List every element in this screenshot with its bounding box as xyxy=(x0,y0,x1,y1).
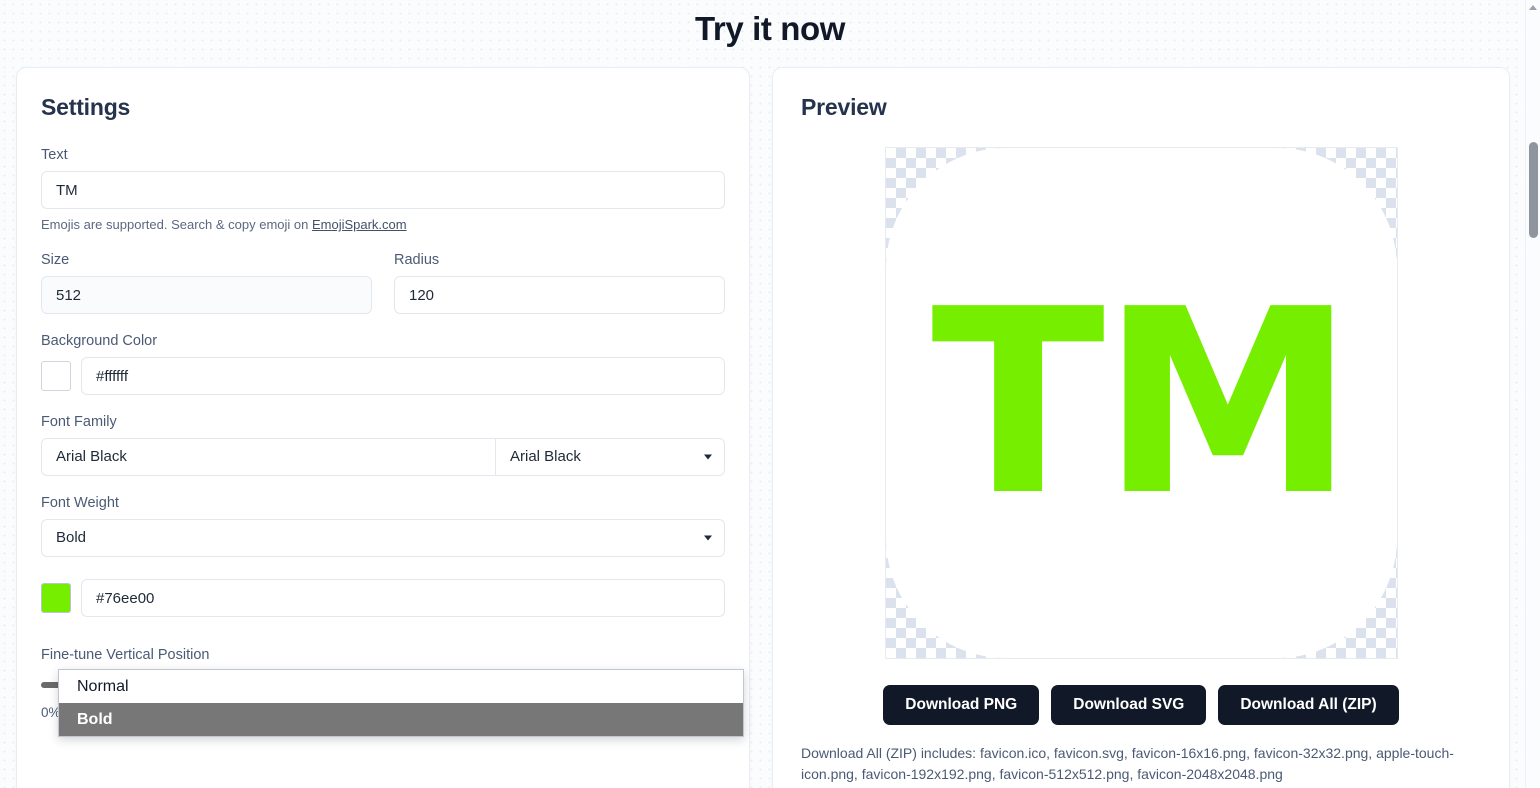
download-png-button[interactable]: Download PNG xyxy=(883,685,1040,725)
preview-heading: Preview xyxy=(801,94,887,120)
font-weight-select-value: Bold xyxy=(56,529,87,546)
font-family-group: Font Family Arial Black Arial Black xyxy=(41,414,725,476)
scrollbar-thumb[interactable] xyxy=(1529,142,1538,238)
background-color-row xyxy=(41,357,725,395)
chevron-down-icon xyxy=(704,535,712,541)
icon-preview-stage: TM xyxy=(884,147,1398,659)
font-weight-select[interactable]: Bold xyxy=(41,519,725,557)
preview-panel: Preview TM Download PNG Download SVG Dow… xyxy=(772,67,1510,788)
text-input[interactable] xyxy=(41,171,725,209)
background-color-input[interactable] xyxy=(81,357,725,395)
background-color-group: Background Color xyxy=(41,333,725,395)
download-all-zip-button[interactable]: Download All (ZIP) xyxy=(1218,685,1399,725)
text-label: Text xyxy=(41,147,68,163)
vertical-position-label: Fine-tune Vertical Position xyxy=(41,647,210,663)
font-weight-label: Font Weight xyxy=(41,495,119,511)
text-color-input[interactable] xyxy=(81,579,725,617)
page-title: Try it now xyxy=(694,10,845,47)
emoji-hint-text: Emojis are supported. Search & copy emoj… xyxy=(41,217,312,232)
size-input[interactable] xyxy=(41,276,372,314)
font-family-select-value: Arial Black xyxy=(510,448,581,465)
download-svg-button[interactable]: Download SVG xyxy=(1051,685,1207,725)
icon-preview-square: TM xyxy=(885,148,1397,658)
chevron-down-icon xyxy=(704,454,712,460)
text-color-row xyxy=(41,579,725,617)
font-weight-option-bold[interactable]: Bold xyxy=(59,703,743,736)
font-family-control: Arial Black Arial Black xyxy=(41,438,725,476)
zip-contents-note: Download All (ZIP) includes: favicon.ico… xyxy=(801,745,1454,782)
background-color-label: Background Color xyxy=(41,333,158,349)
text-color-swatch[interactable] xyxy=(41,583,71,613)
radius-field-group: Radius xyxy=(394,252,725,314)
radius-input[interactable] xyxy=(394,276,725,314)
page-scrollbar[interactable] xyxy=(1525,0,1540,788)
text-field-group: Text Emojis are supported. Search & copy… xyxy=(41,147,725,232)
size-field-group: Size xyxy=(41,252,372,314)
font-family-label: Font Family xyxy=(41,414,117,430)
background-color-swatch[interactable] xyxy=(41,361,71,391)
emoji-hint: Emojis are supported. Search & copy emoj… xyxy=(41,217,725,232)
font-weight-dropdown[interactable]: Normal Bold xyxy=(58,669,744,737)
settings-heading: Settings xyxy=(41,94,131,120)
emojispark-link[interactable]: EmojiSpark.com xyxy=(312,217,407,232)
size-radius-row: Size Radius xyxy=(41,252,725,314)
text-color-group xyxy=(41,579,725,617)
size-label: Size xyxy=(41,252,70,268)
font-weight-option-normal[interactable]: Normal xyxy=(59,670,743,703)
font-family-select[interactable]: Arial Black xyxy=(496,439,724,475)
font-weight-group: Font Weight Bold xyxy=(41,495,725,557)
icon-preview-text: TM xyxy=(931,254,1355,552)
download-buttons-row: Download PNG Download SVG Download All (… xyxy=(801,685,1481,725)
triangle-up-icon[interactable] xyxy=(1529,5,1537,10)
main-columns: Settings Text Emojis are supported. Sear… xyxy=(16,67,1524,788)
radius-label: Radius xyxy=(394,252,440,268)
font-family-input[interactable]: Arial Black xyxy=(42,439,496,475)
settings-panel: Settings Text Emojis are supported. Sear… xyxy=(16,67,750,788)
